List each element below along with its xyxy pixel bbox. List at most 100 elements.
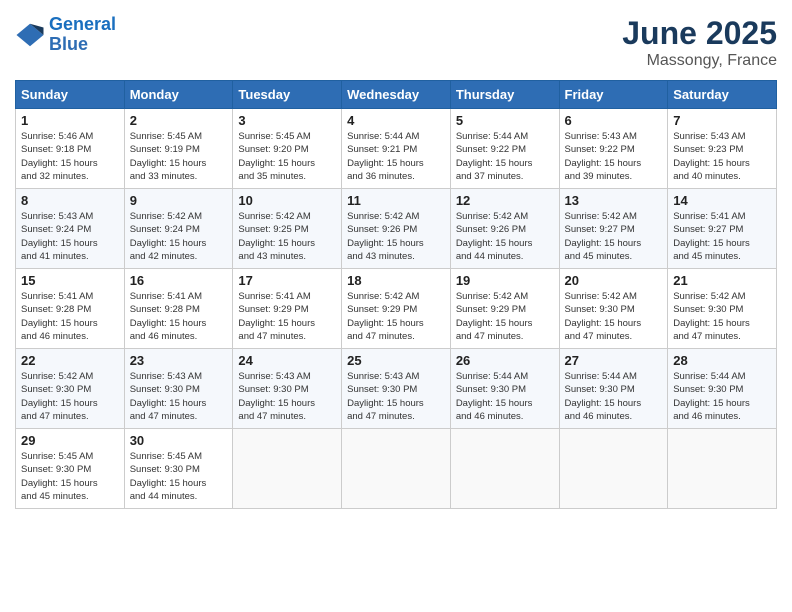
calendar-week-row: 15Sunrise: 5:41 AM Sunset: 9:28 PM Dayli… — [16, 269, 777, 349]
day-info: Sunrise: 5:44 AM Sunset: 9:22 PM Dayligh… — [456, 130, 554, 183]
day-info: Sunrise: 5:43 AM Sunset: 9:30 PM Dayligh… — [347, 370, 445, 423]
logo-icon — [15, 20, 45, 50]
calendar-cell: 19 Sunrise: 5:42 AM Sunset: 9:29 PM Dayli… — [450, 269, 559, 349]
calendar-cell: 16Sunrise: 5:41 AM Sunset: 9:28 PM Dayli… — [124, 269, 233, 349]
calendar-cell: 1 Sunrise: 5:46 AM Sunset: 9:18 PM Daylig… — [16, 109, 125, 189]
weekday-header: Monday — [124, 81, 233, 109]
day-number: 20 — [565, 273, 663, 288]
calendar-cell: 21 Sunrise: 5:42 AM Sunset: 9:30 PM Dayli… — [668, 269, 777, 349]
day-number: 5 — [456, 113, 554, 128]
day-info: Sunrise: 5:41 AM Sunset: 9:27 PM Dayligh… — [673, 210, 771, 263]
calendar-cell: 14 Sunrise: 5:41 AM Sunset: 9:27 PM Dayli… — [668, 189, 777, 269]
calendar-cell: 15Sunrise: 5:41 AM Sunset: 9:28 PM Dayli… — [16, 269, 125, 349]
calendar-title: June 2025 — [622, 15, 777, 52]
calendar-week-row: 1 Sunrise: 5:46 AM Sunset: 9:18 PM Daylig… — [16, 109, 777, 189]
day-number: 29 — [21, 433, 119, 448]
calendar-cell: 12Sunrise: 5:42 AM Sunset: 9:26 PM Dayli… — [450, 189, 559, 269]
calendar-cell: 13 Sunrise: 5:42 AM Sunset: 9:27 PM Dayli… — [559, 189, 668, 269]
calendar-cell: 28 Sunrise: 5:44 AM Sunset: 9:30 PM Dayli… — [668, 349, 777, 429]
day-info: Sunrise: 5:43 AM Sunset: 9:22 PM Dayligh… — [565, 130, 663, 183]
day-number: 9 — [130, 193, 228, 208]
day-info: Sunrise: 5:42 AM Sunset: 9:27 PM Dayligh… — [565, 210, 663, 263]
calendar-cell: 24Sunrise: 5:43 AM Sunset: 9:30 PM Dayli… — [233, 349, 342, 429]
calendar-table: SundayMondayTuesdayWednesdayThursdayFrid… — [15, 80, 777, 509]
day-number: 1 — [21, 113, 119, 128]
weekday-header: Saturday — [668, 81, 777, 109]
calendar-cell: 3 Sunrise: 5:45 AM Sunset: 9:20 PM Daylig… — [233, 109, 342, 189]
day-info: Sunrise: 5:42 AM Sunset: 9:25 PM Dayligh… — [238, 210, 336, 263]
day-number: 4 — [347, 113, 445, 128]
weekday-header: Wednesday — [342, 81, 451, 109]
calendar-cell — [342, 429, 451, 509]
calendar-week-row: 8Sunrise: 5:43 AM Sunset: 9:24 PM Daylig… — [16, 189, 777, 269]
calendar-cell: 8Sunrise: 5:43 AM Sunset: 9:24 PM Daylig… — [16, 189, 125, 269]
day-info: Sunrise: 5:44 AM Sunset: 9:30 PM Dayligh… — [456, 370, 554, 423]
day-number: 26 — [456, 353, 554, 368]
day-info: Sunrise: 5:42 AM Sunset: 9:24 PM Dayligh… — [130, 210, 228, 263]
calendar-cell: 2Sunrise: 5:45 AM Sunset: 9:19 PM Daylig… — [124, 109, 233, 189]
day-info: Sunrise: 5:44 AM Sunset: 9:30 PM Dayligh… — [673, 370, 771, 423]
day-info: Sunrise: 5:44 AM Sunset: 9:21 PM Dayligh… — [347, 130, 445, 183]
calendar-cell: 25 Sunrise: 5:43 AM Sunset: 9:30 PM Dayli… — [342, 349, 451, 429]
day-info: Sunrise: 5:42 AM Sunset: 9:29 PM Dayligh… — [456, 290, 554, 343]
calendar-week-row: 29 Sunrise: 5:45 AM Sunset: 9:30 PM Dayli… — [16, 429, 777, 509]
day-number: 25 — [347, 353, 445, 368]
title-area: June 2025 Massongy, France — [622, 15, 777, 70]
day-number: 3 — [238, 113, 336, 128]
calendar-cell: 18 Sunrise: 5:42 AM Sunset: 9:29 PM Dayli… — [342, 269, 451, 349]
day-number: 28 — [673, 353, 771, 368]
day-number: 8 — [21, 193, 119, 208]
day-info: Sunrise: 5:45 AM Sunset: 9:20 PM Dayligh… — [238, 130, 336, 183]
day-info: Sunrise: 5:41 AM Sunset: 9:29 PM Dayligh… — [238, 290, 336, 343]
calendar-cell — [233, 429, 342, 509]
day-number: 18 — [347, 273, 445, 288]
day-info: Sunrise: 5:43 AM Sunset: 9:23 PM Dayligh… — [673, 130, 771, 183]
weekday-header: Friday — [559, 81, 668, 109]
calendar-cell — [559, 429, 668, 509]
day-number: 11 — [347, 193, 445, 208]
calendar-cell: 5 Sunrise: 5:44 AM Sunset: 9:22 PM Daylig… — [450, 109, 559, 189]
day-number: 22 — [21, 353, 119, 368]
day-info: Sunrise: 5:42 AM Sunset: 9:30 PM Dayligh… — [21, 370, 119, 423]
day-number: 10 — [238, 193, 336, 208]
day-info: Sunrise: 5:45 AM Sunset: 9:19 PM Dayligh… — [130, 130, 228, 183]
day-info: Sunrise: 5:42 AM Sunset: 9:26 PM Dayligh… — [347, 210, 445, 263]
day-info: Sunrise: 5:46 AM Sunset: 9:18 PM Dayligh… — [21, 130, 119, 183]
day-number: 7 — [673, 113, 771, 128]
day-info: Sunrise: 5:42 AM Sunset: 9:30 PM Dayligh… — [565, 290, 663, 343]
weekday-header: Tuesday — [233, 81, 342, 109]
logo: General Blue — [15, 15, 116, 55]
day-number: 6 — [565, 113, 663, 128]
day-number: 14 — [673, 193, 771, 208]
calendar-cell: 23Sunrise: 5:43 AM Sunset: 9:30 PM Dayli… — [124, 349, 233, 429]
day-number: 24 — [238, 353, 336, 368]
calendar-cell: 11 Sunrise: 5:42 AM Sunset: 9:26 PM Dayli… — [342, 189, 451, 269]
calendar-body: 1 Sunrise: 5:46 AM Sunset: 9:18 PM Daylig… — [16, 109, 777, 509]
calendar-cell: 17 Sunrise: 5:41 AM Sunset: 9:29 PM Dayli… — [233, 269, 342, 349]
day-number: 27 — [565, 353, 663, 368]
day-number: 17 — [238, 273, 336, 288]
day-number: 12 — [456, 193, 554, 208]
day-info: Sunrise: 5:43 AM Sunset: 9:30 PM Dayligh… — [130, 370, 228, 423]
logo-text: General Blue — [49, 15, 116, 55]
day-number: 21 — [673, 273, 771, 288]
calendar-cell: 7 Sunrise: 5:43 AM Sunset: 9:23 PM Daylig… — [668, 109, 777, 189]
calendar-week-row: 22 Sunrise: 5:42 AM Sunset: 9:30 PM Dayli… — [16, 349, 777, 429]
day-info: Sunrise: 5:42 AM Sunset: 9:29 PM Dayligh… — [347, 290, 445, 343]
weekday-header: Sunday — [16, 81, 125, 109]
day-number: 13 — [565, 193, 663, 208]
weekday-header-row: SundayMondayTuesdayWednesdayThursdayFrid… — [16, 81, 777, 109]
day-info: Sunrise: 5:42 AM Sunset: 9:30 PM Dayligh… — [673, 290, 771, 343]
day-info: Sunrise: 5:41 AM Sunset: 9:28 PM Dayligh… — [130, 290, 228, 343]
calendar-cell: 22 Sunrise: 5:42 AM Sunset: 9:30 PM Dayli… — [16, 349, 125, 429]
calendar-cell: 10 Sunrise: 5:42 AM Sunset: 9:25 PM Dayli… — [233, 189, 342, 269]
calendar-cell — [668, 429, 777, 509]
calendar-cell: 9 Sunrise: 5:42 AM Sunset: 9:24 PM Daylig… — [124, 189, 233, 269]
calendar-cell: 6 Sunrise: 5:43 AM Sunset: 9:22 PM Daylig… — [559, 109, 668, 189]
day-info: Sunrise: 5:45 AM Sunset: 9:30 PM Dayligh… — [130, 450, 228, 503]
day-number: 19 — [456, 273, 554, 288]
calendar-cell: 20 Sunrise: 5:42 AM Sunset: 9:30 PM Dayli… — [559, 269, 668, 349]
day-info: Sunrise: 5:45 AM Sunset: 9:30 PM Dayligh… — [21, 450, 119, 503]
calendar-cell: 29 Sunrise: 5:45 AM Sunset: 9:30 PM Dayli… — [16, 429, 125, 509]
calendar-cell: 30Sunrise: 5:45 AM Sunset: 9:30 PM Dayli… — [124, 429, 233, 509]
